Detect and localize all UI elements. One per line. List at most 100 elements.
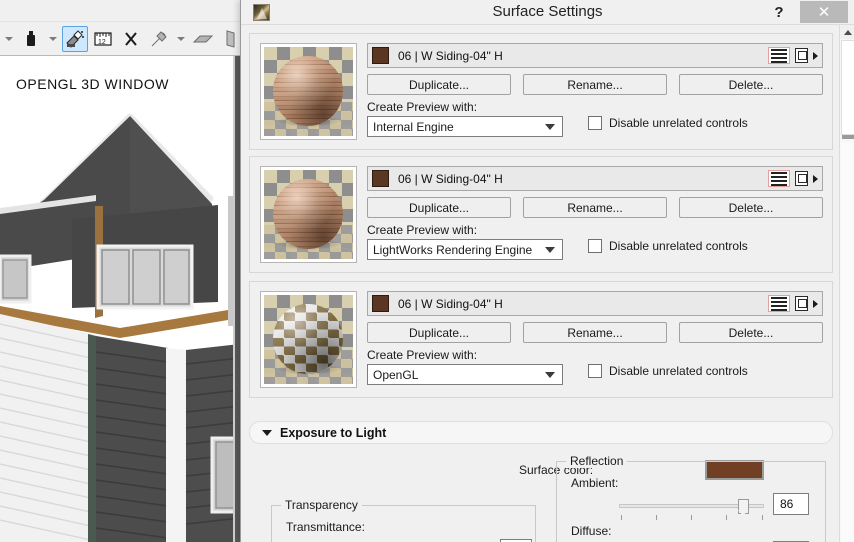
- preview-inner: [264, 295, 353, 384]
- dropdown-arrow-2-icon[interactable]: [46, 26, 60, 52]
- delete-button[interactable]: Delete...: [679, 74, 823, 95]
- building-model-render: [0, 114, 240, 542]
- disable-unrelated-label: Disable unrelated controls: [609, 239, 748, 253]
- create-preview-with-label: Create Preview with:: [367, 100, 478, 114]
- list-lines-icon[interactable]: [768, 170, 790, 187]
- ambient-value: 86: [780, 497, 794, 511]
- expand-triangle-icon[interactable]: [813, 299, 818, 308]
- material-name-label: 06 | W Siding-04" H: [398, 171, 503, 186]
- material-name-bar-1[interactable]: 06 | W Siding-04" H: [367, 43, 823, 68]
- scrollbar-track[interactable]: [841, 143, 854, 542]
- slider-thumb[interactable]: [738, 499, 749, 516]
- preview-inner: [264, 47, 353, 136]
- dropdown-arrow-3-icon[interactable]: [174, 26, 188, 52]
- help-button[interactable]: ?: [769, 2, 789, 22]
- material-preview-3[interactable]: [260, 291, 357, 388]
- document-icon[interactable]: [795, 48, 808, 63]
- material-name-bar-3[interactable]: 06 | W Siding-04" H: [367, 291, 823, 316]
- surface-settings-dialog: Surface Settings ? ✕ 06 | W Siding-04" H…: [240, 0, 854, 542]
- viewport-label: OPENGL 3D WINDOW: [16, 76, 169, 92]
- chevron-down-icon: [545, 124, 555, 130]
- material-name-label: 06 | W Siding-04" H: [398, 296, 503, 311]
- duplicate-button[interactable]: Duplicate...: [367, 197, 511, 218]
- delete-button[interactable]: Delete...: [679, 197, 823, 218]
- dialog-scrollbar[interactable]: [839, 25, 854, 542]
- screen-root: 12 OPENGL 3D WINDOW Surface Settings ? ✕…: [0, 0, 854, 542]
- material-color-swatch: [372, 47, 389, 64]
- diffuse-label: Diffuse:: [571, 524, 612, 538]
- create-preview-with-label: Create Preview with:: [367, 223, 478, 237]
- wall-glyph: [226, 29, 235, 48]
- reflection-group-title: Reflection: [566, 454, 628, 468]
- material-actions-2: Duplicate... Rename... Delete...: [367, 197, 823, 218]
- transparency-group: Transparency Transmittance: 0: [271, 498, 536, 542]
- material-color-swatch: [372, 170, 389, 187]
- plane-icon[interactable]: [190, 26, 216, 52]
- chevron-down-icon: [545, 247, 555, 253]
- material-actions-1: Duplicate... Rename... Delete...: [367, 74, 823, 95]
- create-preview-with-label: Create Preview with:: [367, 348, 478, 362]
- preview-inner: [264, 170, 353, 259]
- exposure-to-light-title: Exposure to Light: [280, 425, 387, 440]
- chevron-down-icon: [545, 372, 555, 378]
- disable-unrelated-checkbox[interactable]: [588, 116, 602, 130]
- disable-unrelated-controls-1[interactable]: Disable unrelated controls: [588, 116, 748, 130]
- expand-triangle-icon[interactable]: [813, 174, 818, 183]
- list-lines-icon[interactable]: [768, 47, 790, 64]
- paint-bucket-icon[interactable]: [18, 26, 44, 52]
- measure-tape-glyph: 12: [94, 31, 112, 46]
- preview-engine-select-1[interactable]: Internal Engine: [367, 116, 563, 137]
- plane-glyph: [192, 35, 214, 42]
- preview-engine-value: Internal Engine: [373, 119, 454, 134]
- close-button[interactable]: ✕: [800, 1, 848, 23]
- list-lines-icon[interactable]: [768, 295, 790, 312]
- scrollbar-up-arrow[interactable]: [840, 25, 854, 39]
- disable-unrelated-checkbox[interactable]: [588, 364, 602, 378]
- rename-button[interactable]: Rename...: [523, 322, 667, 343]
- svg-text:12: 12: [98, 39, 106, 46]
- disable-unrelated-label: Disable unrelated controls: [609, 116, 748, 130]
- material-name-bar-2[interactable]: 06 | W Siding-04" H: [367, 166, 823, 191]
- rename-button[interactable]: Rename...: [523, 74, 667, 95]
- preview-engine-select-3[interactable]: OpenGL: [367, 364, 563, 385]
- document-icon[interactable]: [795, 171, 808, 186]
- surface-painter-icon[interactable]: [62, 25, 88, 52]
- disable-unrelated-checkbox[interactable]: [588, 239, 602, 253]
- opengl-3d-viewport[interactable]: OPENGL 3D WINDOW: [0, 56, 240, 542]
- transparency-group-title: Transparency: [281, 498, 362, 512]
- material-name-label: 06 | W Siding-04" H: [398, 48, 503, 63]
- namebar-icons: [768, 295, 822, 312]
- material-preview-1[interactable]: [260, 43, 357, 140]
- rename-button[interactable]: Rename...: [523, 197, 667, 218]
- ambient-slider[interactable]: [619, 498, 764, 520]
- preview-sphere: [273, 304, 343, 374]
- expand-triangle-icon[interactable]: [813, 51, 818, 60]
- reflection-group: Reflection Ambient: 86 Diffuse:: [556, 454, 826, 542]
- ambient-value-input[interactable]: 86: [773, 493, 809, 515]
- preview-engine-value: OpenGL: [373, 367, 419, 382]
- namebar-icons: [768, 47, 822, 64]
- duplicate-button[interactable]: Duplicate...: [367, 74, 511, 95]
- duplicate-button[interactable]: Duplicate...: [367, 322, 511, 343]
- document-icon[interactable]: [795, 296, 808, 311]
- measure-tape-icon[interactable]: 12: [90, 26, 116, 52]
- magic-wand-icon[interactable]: [146, 26, 172, 52]
- material-preview-2[interactable]: [260, 166, 357, 263]
- exposure-to-light-section-header[interactable]: Exposure to Light: [249, 421, 833, 444]
- disable-unrelated-label: Disable unrelated controls: [609, 364, 748, 378]
- disable-unrelated-controls-3[interactable]: Disable unrelated controls: [588, 364, 748, 378]
- disable-unrelated-controls-2[interactable]: Disable unrelated controls: [588, 239, 748, 253]
- ambient-label: Ambient:: [571, 476, 619, 490]
- scissors-icon[interactable]: [118, 26, 144, 52]
- preview-engine-select-2[interactable]: LightWorks Rendering Engine: [367, 239, 563, 260]
- delete-button[interactable]: Delete...: [679, 322, 823, 343]
- preview-sphere: [273, 179, 343, 249]
- material-actions-3: Duplicate... Rename... Delete...: [367, 322, 823, 343]
- dropdown-arrow-1-icon[interactable]: [2, 26, 16, 52]
- scrollbar-thumb[interactable]: [841, 40, 854, 139]
- paint-bucket-glyph: [27, 30, 35, 46]
- material-panel-2: 06 | W Siding-04" H Duplicate... Rename.…: [249, 156, 833, 273]
- material-panel-3: 06 | W Siding-04" H Duplicate... Rename.…: [249, 281, 833, 398]
- collapse-triangle-icon: [262, 429, 272, 436]
- dialog-titlebar[interactable]: Surface Settings ? ✕: [241, 0, 854, 25]
